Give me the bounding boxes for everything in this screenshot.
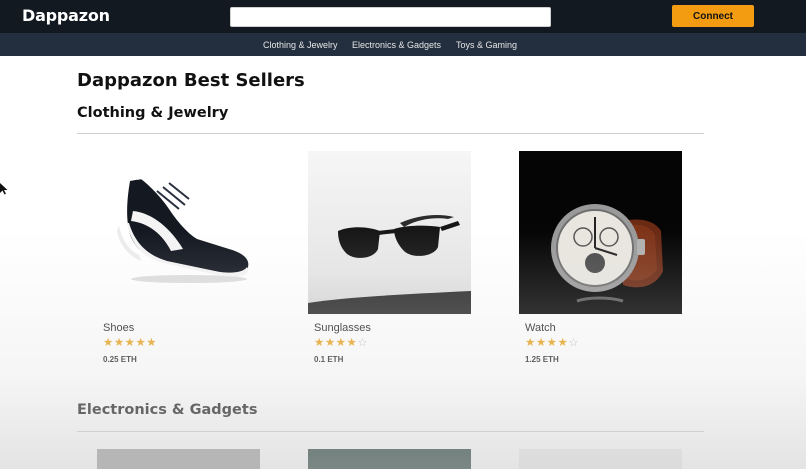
logo[interactable]: Dappazon: [22, 6, 110, 25]
product-name[interactable]: Sunglasses: [314, 322, 371, 334]
sneaker-icon: [97, 151, 260, 314]
sneaker-image[interactable]: [97, 151, 260, 314]
star-filled-icon: ★: [535, 335, 547, 349]
star-filled-icon: ★: [324, 335, 336, 349]
section-divider: [77, 133, 704, 134]
rating-stars: ★★★★☆: [525, 335, 579, 349]
mouse-cursor-icon: [0, 183, 8, 195]
product-card-shoes[interactable]: Shoes ★★★★★ 0.25 ETH: [97, 151, 272, 366]
search-input[interactable]: [230, 7, 551, 27]
top-navbar: Dappazon Connect: [0, 0, 806, 33]
rating-stars: ★★★★☆: [314, 335, 368, 349]
watch-icon: [519, 151, 682, 314]
star-filled-icon: ★: [124, 335, 136, 349]
star-filled-icon: ★: [135, 335, 147, 349]
watch-image[interactable]: [519, 151, 682, 314]
section-title-clothing-jewelry: Clothing & Jewelry: [77, 105, 229, 121]
star-filled-icon: ★: [546, 335, 558, 349]
section-divider: [77, 431, 704, 432]
product-image-placeholder[interactable]: [519, 449, 682, 469]
product-image-placeholder[interactable]: [97, 449, 260, 469]
star-filled-icon: ★: [557, 335, 569, 349]
star-filled-icon: ★: [113, 335, 125, 349]
star-filled-icon: ★: [314, 335, 325, 349]
star-filled-icon: ★: [525, 335, 536, 349]
star-empty-icon: ☆: [568, 335, 580, 349]
product-image-placeholder[interactable]: [308, 449, 471, 469]
section-title-electronics-gadgets: Electronics & Gadgets: [77, 402, 258, 418]
star-filled-icon: ★: [146, 335, 158, 349]
connect-button[interactable]: Connect: [672, 5, 754, 27]
product-name[interactable]: Watch: [525, 322, 556, 334]
star-filled-icon: ★: [103, 335, 114, 349]
sunglasses-icon: [308, 151, 471, 314]
page-title: Dappazon Best Sellers: [77, 70, 305, 91]
nav-link-electronics-gadgets[interactable]: Electronics & Gadgets: [352, 40, 441, 50]
nav-link-clothing-jewelry[interactable]: Clothing & Jewelry: [263, 40, 338, 50]
product-price: 1.25 ETH: [525, 355, 559, 364]
rating-stars: ★★★★★: [103, 335, 157, 349]
product-name[interactable]: Shoes: [103, 322, 134, 334]
product-card-watch[interactable]: Watch ★★★★☆ 1.25 ETH: [519, 151, 694, 366]
product-price: 0.1 ETH: [314, 355, 344, 364]
nav-link-toys-gaming[interactable]: Toys & Gaming: [456, 40, 517, 50]
category-nav: Clothing & Jewelry Electronics & Gadgets…: [0, 33, 806, 56]
star-filled-icon: ★: [346, 335, 358, 349]
sunglasses-image[interactable]: [308, 151, 471, 314]
star-filled-icon: ★: [335, 335, 347, 349]
product-card-sunglasses[interactable]: Sunglasses ★★★★☆ 0.1 ETH: [308, 151, 483, 366]
product-price: 0.25 ETH: [103, 355, 137, 364]
star-empty-icon: ☆: [357, 335, 369, 349]
